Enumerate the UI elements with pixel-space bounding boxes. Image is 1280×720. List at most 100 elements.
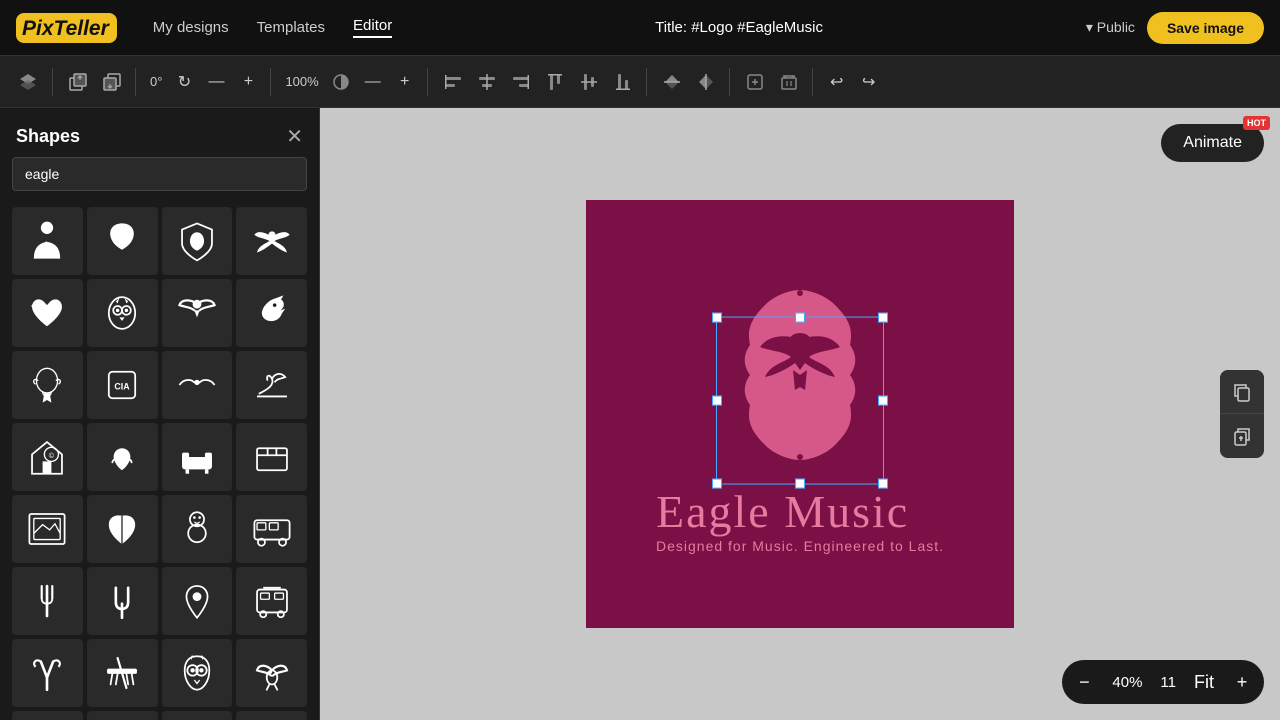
shape-picture-frame[interactable] — [12, 495, 83, 563]
canvas-area: HOT Animate — [320, 108, 1280, 720]
shape-arrow-lr[interactable] — [236, 711, 307, 720]
shape-eagle-vintage[interactable] — [12, 351, 83, 419]
undo-redo-group: ↩ ↪ — [823, 68, 891, 96]
copy-button[interactable] — [1220, 370, 1264, 414]
shape-eagle-spread[interactable] — [236, 207, 307, 275]
paste-button[interactable] — [1220, 414, 1264, 458]
nav-my-designs[interactable]: My designs — [153, 19, 229, 36]
layers-group — [12, 68, 53, 96]
flip-horizontal[interactable] — [691, 68, 721, 96]
redo-button[interactable]: ↪ — [855, 68, 883, 96]
canvas-design[interactable]: Eagle Music Designed for Music. Engineer… — [586, 200, 1014, 628]
shape-leaf[interactable] — [87, 495, 158, 563]
rotation-minus[interactable]: — — [202, 68, 230, 96]
rotation-plus[interactable]: + — [234, 68, 262, 96]
logo-bg: PixTeller — [16, 13, 117, 43]
sidebar-header: Shapes ✕ — [0, 108, 319, 157]
align-middle[interactable] — [574, 68, 604, 96]
nav-right: ▾ Public Save image — [1086, 12, 1264, 44]
align-bottom[interactable] — [608, 68, 638, 96]
fit-button[interactable]: Fit — [1186, 664, 1222, 700]
align-group — [438, 68, 647, 96]
right-panel — [1220, 370, 1264, 458]
shape-eagle-shield[interactable] — [162, 207, 233, 275]
align-left[interactable] — [438, 68, 468, 96]
shape-sofa[interactable] — [162, 423, 233, 491]
zoom-minus[interactable]: — — [359, 68, 387, 96]
shape-rake[interactable] — [87, 639, 158, 707]
logo[interactable]: PixTeller — [16, 13, 121, 43]
shape-box[interactable] — [236, 423, 307, 491]
flip-group — [657, 68, 730, 96]
shape-bus[interactable] — [236, 495, 307, 563]
copy-paste-group — [1220, 370, 1264, 458]
canvas-design-inner: Eagle Music Designed for Music. Engineer… — [586, 200, 1014, 628]
zoom-in-button[interactable]: + — [1224, 664, 1260, 700]
sidebar-close-button[interactable]: ✕ — [286, 124, 303, 149]
shape-fork[interactable] — [12, 567, 83, 635]
shape-tram[interactable] — [236, 567, 307, 635]
shape-snowman[interactable] — [162, 495, 233, 563]
shape-heart-bird[interactable] — [12, 279, 83, 347]
align-right[interactable] — [506, 68, 536, 96]
nav-templates[interactable]: Templates — [257, 19, 325, 36]
nav-editor[interactable]: Editor — [353, 17, 392, 38]
zoom-out-button[interactable]: − — [1066, 664, 1102, 700]
shape-owl[interactable] — [162, 639, 233, 707]
rotation-group: 0° ↻ — + — [146, 68, 271, 96]
search-input[interactable] — [12, 157, 307, 191]
shape-eagle-profile[interactable] — [236, 279, 307, 347]
shape-location-pin[interactable] — [162, 567, 233, 635]
design-subtitle: Designed for Music. Engineered to Last. — [656, 538, 944, 554]
svg-text:CIA: CIA — [115, 381, 131, 391]
shape-tuning-fork[interactable] — [87, 567, 158, 635]
top-nav: PixTeller My designs Templates Editor Ti… — [0, 0, 1280, 56]
zoom-percentage: 40% — [1104, 674, 1150, 691]
shape-owl-face[interactable] — [87, 279, 158, 347]
shapes-grid: CIA © — [0, 203, 319, 720]
shape-cia-badge[interactable]: CIA — [87, 351, 158, 419]
zoom-opacity[interactable] — [327, 68, 355, 96]
flip-vertical[interactable] — [657, 68, 687, 96]
public-button[interactable]: ▾ Public — [1086, 19, 1135, 36]
rotate-button[interactable]: ↻ — [170, 68, 198, 96]
add-page-button[interactable] — [740, 68, 770, 96]
title-area: Title: #Logo #EagleMusic — [416, 19, 1062, 36]
bottom-bar: − 40% 11 Fit + — [1062, 660, 1264, 704]
shapes-sidebar: Shapes ✕ — [0, 108, 320, 720]
toolbar: 0° ↻ — + 100% — + — [0, 56, 1280, 108]
canvas-wrapper: Eagle Music Designed for Music. Engineer… — [586, 200, 1014, 628]
save-button[interactable]: Save image — [1147, 12, 1264, 44]
zoom-plus[interactable]: + — [391, 68, 419, 96]
shape-eagle-head[interactable] — [87, 207, 158, 275]
bring-up-button[interactable] — [63, 68, 93, 96]
shape-house[interactable]: © — [12, 423, 83, 491]
shape-person[interactable] — [12, 207, 83, 275]
order-group — [63, 68, 136, 96]
shape-birds-flight[interactable] — [162, 351, 233, 419]
shape-dove[interactable] — [236, 639, 307, 707]
eagle-emblem-svg[interactable] — [695, 275, 905, 485]
shape-bird-branch[interactable] — [236, 351, 307, 419]
delete-button[interactable] — [774, 68, 804, 96]
layers-count: 11 — [1152, 674, 1184, 691]
add-delete-group — [740, 68, 813, 96]
shape-arrow-ud[interactable] — [162, 711, 233, 720]
align-center[interactable] — [472, 68, 502, 96]
send-down-button[interactable] — [97, 68, 127, 96]
undo-button[interactable]: ↩ — [823, 68, 851, 96]
align-top[interactable] — [540, 68, 570, 96]
shape-wishbone[interactable] — [12, 639, 83, 707]
title-value[interactable]: #Logo #EagleMusic — [691, 19, 823, 36]
shape-eagle-wings3[interactable] — [12, 711, 83, 720]
svg-text:©: © — [49, 452, 55, 460]
animate-btn-container: HOT Animate — [1161, 124, 1264, 162]
zoom-value: 100% — [281, 74, 322, 89]
shape-eagle-wings2[interactable] — [162, 279, 233, 347]
main-area: Shapes ✕ — [0, 108, 1280, 720]
hot-badge: HOT — [1243, 116, 1270, 130]
layers-button[interactable] — [12, 68, 44, 96]
shape-bird2[interactable] — [87, 423, 158, 491]
shape-bottle[interactable] — [87, 711, 158, 720]
sidebar-title: Shapes — [16, 126, 80, 147]
